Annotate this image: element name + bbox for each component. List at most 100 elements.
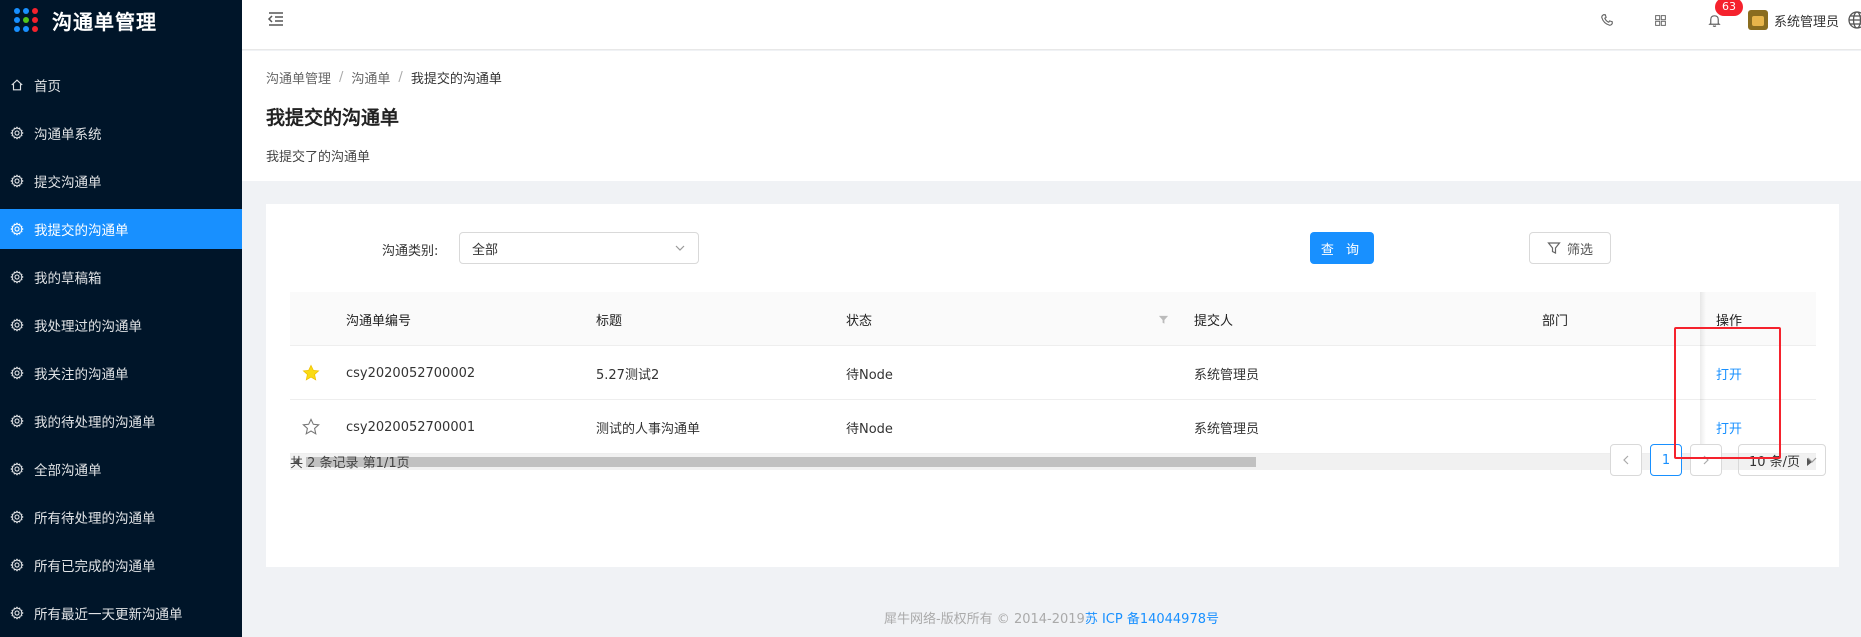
cell-code: csy2020052700002: [346, 365, 476, 381]
sidebar-menu: 首页沟通单系统提交沟通单我提交的沟通单 我的草稿箱我处理过的沟通单 我关注的沟通单我…: [0, 65, 242, 633]
chevron-down-icon: [675, 245, 685, 251]
sidebar-item-label: 我关注的沟通单: [34, 367, 129, 383]
sidebar-item[interactable]: 提交沟通单: [0, 161, 242, 201]
brand: 沟通单管理: [0, 0, 242, 40]
breadcrumb-separator: /: [339, 70, 344, 85]
breadcrumb-item[interactable]: 沟通单: [351, 68, 390, 87]
cell-status: 待Node: [846, 421, 893, 437]
filter-button-label: 筛选: [1566, 242, 1593, 258]
top-header: 63 系统管理员: [242, 0, 1861, 50]
column-header-submitter[interactable]: 提交人: [1194, 292, 1233, 346]
horizontal-scrollbar[interactable]: [290, 454, 1816, 470]
sidebar-item[interactable]: 我的草稿箱: [0, 257, 242, 297]
sidebar-item[interactable]: 所有最近一天更新沟通单: [0, 593, 242, 633]
next-page-button[interactable]: [1690, 444, 1722, 476]
menu-fold-icon[interactable]: [266, 9, 286, 29]
avatar: [1747, 10, 1768, 30]
sidebar-item[interactable]: 沟通单系统: [0, 113, 242, 153]
notification-count-badge: 63: [1714, 0, 1743, 16]
gear-icon: [10, 414, 24, 428]
cell-code: csy2020052700001: [346, 419, 476, 435]
cell-status: 待Node: [846, 367, 893, 383]
gear-icon: [10, 366, 24, 380]
sidebar-item[interactable]: 所有已完成的沟通单: [0, 545, 242, 585]
user-menu[interactable]: 系统管理员: [1747, 10, 1861, 30]
pagination-summary: 共 2 条记录 第1/1页: [290, 456, 410, 471]
content-card: 沟通类别: 全部 查 询 筛选 沟通单编号 标题 状态 提交人 部门 操作 cs…: [266, 204, 1839, 567]
chevron-down-icon: [1807, 457, 1817, 463]
sidebar-item[interactable]: 我关注的沟通单: [0, 353, 242, 393]
footer-copyright: 犀牛网络-版权所有 © 2014-2019: [883, 612, 1085, 627]
cell-submitter: 系统管理员: [1194, 421, 1260, 437]
breadcrumb-separator: /: [398, 70, 403, 85]
gear-icon: [10, 606, 24, 620]
sidebar-item-label: 首页: [34, 79, 61, 95]
scrollbar-thumb[interactable]: [306, 457, 1256, 467]
filter-button[interactable]: 筛选: [1529, 232, 1611, 264]
phone-icon[interactable]: [1599, 12, 1615, 28]
page-size-value: 10 条/页: [1749, 454, 1801, 470]
gear-icon: [10, 558, 24, 572]
gear-icon: [10, 318, 24, 332]
page-description: 我提交了的沟通单: [266, 150, 371, 165]
cell-title: 测试的人事沟通单: [596, 421, 701, 437]
page-number-button[interactable]: 1: [1650, 444, 1682, 476]
star-filled-icon[interactable]: [302, 346, 322, 400]
table-body: csy2020052700002 5.27测试2 待Node 系统管理员 打开 csy20…: [290, 346, 1816, 454]
breadcrumb-item[interactable]: 沟通单管理: [266, 68, 331, 87]
query-button[interactable]: 查 询: [1310, 232, 1374, 264]
chevron-left-icon: [1623, 455, 1629, 465]
star-outline-icon[interactable]: [302, 400, 322, 454]
chevron-right-icon: [1703, 455, 1709, 465]
column-header-title[interactable]: 标题: [596, 292, 622, 346]
column-header-code[interactable]: 沟通单编号: [346, 292, 411, 346]
gear-icon: [10, 510, 24, 524]
globe-language-icon[interactable]: [1847, 10, 1861, 30]
sidebar-item[interactable]: 我处理过的沟通单: [0, 305, 242, 345]
notification-bell-icon[interactable]: 63: [1707, 0, 1743, 28]
column-header-operation: 操作: [1716, 313, 1743, 329]
app-title: 沟通单管理: [52, 9, 157, 34]
column-header-dept[interactable]: 部门: [1542, 292, 1568, 346]
header-actions: 63 系统管理员: [1580, 0, 1861, 40]
category-filter-label: 沟通类别:: [382, 244, 439, 259]
gear-icon: [10, 462, 24, 476]
sidebar-item-label: 沟通单系统: [34, 127, 102, 143]
app-grid-logo-icon: [14, 8, 38, 32]
column-filter-icon[interactable]: [1158, 292, 1169, 346]
sidebar-item[interactable]: 所有待处理的沟通单: [0, 497, 242, 537]
category-select-value: 全部: [472, 242, 499, 258]
sidebar: 沟通单管理 首页沟通单系统提交沟通单我提交的沟通单 我的草稿箱我处理过的沟通单 我关…: [0, 0, 242, 637]
gear-icon: [10, 126, 24, 140]
table-row: csy2020052700001 测试的人事沟通单 待Node 系统管理员 打开: [290, 400, 1816, 454]
data-table: 沟通单编号 标题 状态 提交人 部门 操作 csy2020052700002 5.…: [290, 292, 1816, 470]
column-header-status[interactable]: 状态: [846, 292, 872, 346]
sidebar-item-label: 我处理过的沟通单: [34, 319, 142, 335]
sidebar-item[interactable]: 全部沟通单: [0, 449, 242, 489]
sidebar-item-label: 提交沟通单: [34, 175, 102, 191]
category-select[interactable]: 全部: [459, 232, 699, 264]
apps-grid-icon[interactable]: [1653, 12, 1669, 28]
page-size-select[interactable]: 10 条/页: [1738, 444, 1826, 476]
footer: 犀牛网络-版权所有 © 2014-2019苏 ICP 备14044978号: [242, 608, 1861, 627]
prev-page-button[interactable]: [1610, 444, 1642, 476]
sidebar-item[interactable]: 我的待处理的沟通单: [0, 401, 242, 441]
gear-icon: [10, 174, 24, 188]
app-root: 沟通单管理 首页 沟通单系统 提交沟通单 我提交的沟通单 我的草稿箱 我处理过的沟通单 我关…: [0, 0, 1861, 637]
open-link[interactable]: 打开: [1716, 346, 1742, 400]
footer-icp-link[interactable]: 苏 ICP 备14044978号: [1085, 612, 1219, 627]
funnel-icon: [1547, 242, 1561, 254]
username: 系统管理员: [1773, 14, 1839, 30]
gear-icon: [10, 270, 24, 284]
home-icon: [10, 78, 24, 92]
fixed-column-shadow: [1700, 292, 1706, 454]
sidebar-item[interactable]: 首页: [0, 65, 242, 105]
breadcrumb-current: 我提交的沟通单: [410, 72, 502, 87]
sidebar-item[interactable]: 我提交的沟通单: [0, 209, 242, 249]
cell-submitter: 系统管理员: [1194, 367, 1260, 383]
breadcrumb: 沟通单管理 / 沟通单 / 我提交的沟通单: [266, 68, 502, 87]
pagination: 1 10 条/页: [1602, 444, 1826, 476]
sidebar-item-label: 所有最近一天更新沟通单: [34, 607, 183, 623]
page-title: 我提交的沟通单: [266, 107, 400, 129]
table-row: csy2020052700002 5.27测试2 待Node 系统管理员 打开: [290, 346, 1816, 400]
